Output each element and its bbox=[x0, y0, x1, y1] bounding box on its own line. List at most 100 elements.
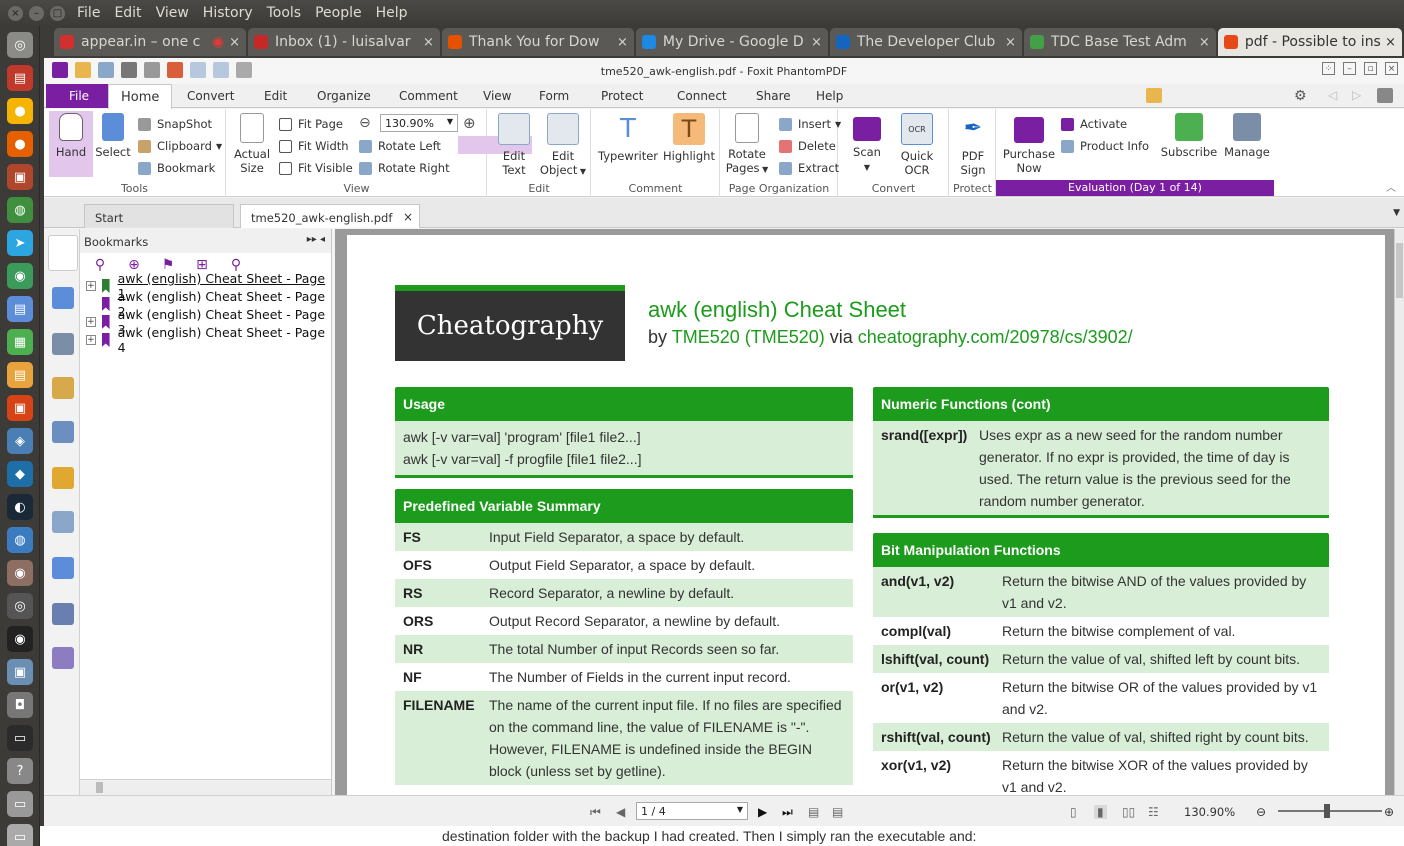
menu-tools[interactable]: Tools bbox=[267, 5, 302, 21]
tab-edit[interactable]: Edit bbox=[264, 89, 287, 103]
settings-icon[interactable]: ⚙ bbox=[1294, 88, 1307, 104]
close-tab-icon[interactable]: × bbox=[403, 210, 413, 224]
tab-close-icon[interactable]: × bbox=[1385, 35, 1396, 50]
browser-tab[interactable]: TDC Base Test Adm × bbox=[1023, 28, 1216, 56]
tab-document[interactable]: tme520_awk-english.pdf × bbox=[240, 204, 420, 228]
drive-icon[interactable]: ▭ bbox=[7, 791, 33, 817]
menu-edit[interactable]: Edit bbox=[114, 5, 141, 21]
app4-icon[interactable]: ▣ bbox=[7, 659, 33, 685]
close-icon[interactable]: × bbox=[1385, 62, 1398, 75]
page-number-input[interactable]: 1 / 4 ▼ bbox=[636, 802, 748, 820]
mysql-icon[interactable]: ◆ bbox=[7, 461, 33, 487]
bookmark-button[interactable]: Bookmark bbox=[138, 161, 215, 175]
expand-bookmark-icon[interactable]: ⚲ bbox=[92, 257, 108, 273]
menu-history[interactable]: History bbox=[203, 5, 253, 21]
bookmarks-hscrollbar[interactable] bbox=[80, 779, 331, 795]
fit-page-button[interactable]: Fit Page bbox=[279, 117, 343, 131]
tab-share[interactable]: Share bbox=[756, 89, 791, 103]
edit-object-button[interactable]: Edit Object ▼ bbox=[538, 113, 588, 179]
browser-tab[interactable]: Thank You for Dow × bbox=[441, 28, 634, 56]
last-page-icon[interactable]: ⏭ bbox=[782, 805, 793, 820]
document-icon[interactable]: ▤ bbox=[7, 296, 33, 322]
tab-close-icon[interactable]: × bbox=[1005, 35, 1016, 50]
zoom-slider[interactable] bbox=[1278, 810, 1382, 812]
tab-comment[interactable]: Comment bbox=[399, 89, 458, 103]
browser-tab[interactable]: The Developer Club × bbox=[829, 28, 1022, 56]
highlight-button[interactable]: T Highlight bbox=[660, 113, 718, 163]
attachments-panel-icon[interactable] bbox=[52, 421, 74, 443]
scroll-thumb[interactable] bbox=[96, 782, 103, 793]
db-icon[interactable]: ◍ bbox=[7, 527, 33, 553]
status-zoom[interactable]: 130.90% bbox=[1184, 805, 1235, 819]
tab-connect[interactable]: Connect bbox=[677, 89, 727, 103]
globe-icon[interactable]: ◍ bbox=[7, 197, 33, 223]
browser-tab[interactable]: My Drive - Google D × bbox=[635, 28, 828, 56]
pdf-sign-button[interactable]: ✒ PDF Sign bbox=[952, 113, 994, 177]
user-icon[interactable] bbox=[1377, 88, 1393, 103]
delete-button[interactable]: Delete bbox=[779, 139, 836, 153]
previous-view-icon[interactable]: ▤ bbox=[808, 805, 819, 819]
purchase-now-button[interactable]: Purchase Now bbox=[1001, 113, 1057, 175]
tab-protect[interactable]: Protect bbox=[601, 89, 643, 103]
tab-close-icon[interactable]: × bbox=[229, 35, 240, 50]
typewriter-button[interactable]: T Typewriter bbox=[596, 113, 660, 163]
presentation-icon[interactable]: ▣ bbox=[7, 395, 33, 421]
tab-close-icon[interactable]: × bbox=[617, 35, 628, 50]
ribbon-toggle-icon[interactable]: ⁘ bbox=[1322, 62, 1335, 75]
back-nav-icon[interactable]: ◁ bbox=[1328, 88, 1337, 102]
fit-visible-button[interactable]: Fit Visible bbox=[279, 161, 353, 175]
spreadsheet-icon[interactable]: ▦ bbox=[7, 329, 33, 355]
menu-help[interactable]: Help bbox=[376, 5, 408, 21]
select-button[interactable]: Select bbox=[94, 113, 132, 159]
tab-help[interactable]: Help bbox=[816, 89, 843, 103]
pages-panel-icon[interactable] bbox=[52, 287, 74, 309]
prev-page-icon[interactable]: ◀ bbox=[616, 805, 625, 819]
first-page-icon[interactable]: ⏮ bbox=[590, 805, 601, 820]
signature-panel-icon[interactable] bbox=[52, 603, 74, 625]
tab-convert[interactable]: Convert bbox=[187, 89, 234, 103]
fit-width-button[interactable]: Fit Width bbox=[279, 139, 349, 153]
continuous-facing-icon[interactable]: ☷ bbox=[1148, 805, 1159, 819]
destinations-panel-icon[interactable] bbox=[52, 647, 74, 669]
obs-icon[interactable]: ◉ bbox=[7, 626, 33, 652]
tab-file[interactable]: File bbox=[46, 84, 112, 108]
telegram-icon[interactable]: ➤ bbox=[7, 230, 33, 256]
network-icon[interactable]: ◉ bbox=[7, 263, 33, 289]
tab-organize[interactable]: Organize bbox=[317, 89, 371, 103]
fields-panel-icon[interactable] bbox=[52, 557, 74, 579]
tab-form[interactable]: Form bbox=[539, 89, 569, 103]
author-link[interactable]: TME520 (TME520) bbox=[672, 327, 825, 347]
restore-icon[interactable]: ▫ bbox=[1364, 62, 1377, 75]
content-panel-icon[interactable] bbox=[52, 511, 74, 533]
subscribe-button[interactable]: Subscribe bbox=[1159, 113, 1219, 159]
terminal-icon[interactable]: ▭ bbox=[7, 725, 33, 751]
expand-icon[interactable]: + bbox=[86, 335, 96, 345]
rotate-right-button[interactable]: Rotate Right bbox=[359, 161, 450, 175]
files-icon[interactable]: ▤ bbox=[7, 65, 33, 91]
edit-text-button[interactable]: Edit Text bbox=[492, 113, 536, 177]
menu-file[interactable]: File bbox=[77, 5, 100, 21]
rotate-pages-button[interactable]: Rotate Pages ▼ bbox=[725, 113, 769, 177]
hand-button[interactable]: Hand bbox=[50, 113, 92, 159]
expand-icon[interactable]: + bbox=[86, 317, 96, 327]
minimize-icon[interactable]: – bbox=[1343, 62, 1356, 75]
steam-icon[interactable]: ◐ bbox=[7, 494, 33, 520]
app-icon[interactable]: ▣ bbox=[7, 164, 33, 190]
tab-home[interactable]: Home bbox=[108, 84, 173, 109]
insert-button[interactable]: Insert ▼ bbox=[779, 117, 841, 131]
expand-icon[interactable]: + bbox=[86, 281, 96, 291]
forward-nav-icon[interactable]: ▷ bbox=[1352, 88, 1361, 102]
tab-close-icon[interactable]: × bbox=[811, 35, 822, 50]
document-view[interactable]: Cheatography awk (english) Cheat Sheet b… bbox=[335, 229, 1394, 795]
browser-tab[interactable]: appear.in – one c ◉ × bbox=[54, 28, 246, 56]
comments-panel-icon[interactable] bbox=[52, 377, 74, 399]
zoom-select[interactable]: 130.90% ▼ bbox=[380, 114, 458, 132]
help-icon[interactable]: ? bbox=[7, 758, 33, 784]
dash-icon[interactable]: ◎ bbox=[7, 32, 33, 58]
manage-button[interactable]: Manage bbox=[1221, 113, 1273, 159]
minimize-window-icon[interactable]: – bbox=[29, 5, 44, 21]
drive2-icon[interactable]: ▭ bbox=[7, 824, 33, 846]
scroll-thumb[interactable] bbox=[1396, 243, 1403, 298]
browser-tab-active[interactable]: pdf - Possible to ins × bbox=[1217, 28, 1403, 56]
extract-button[interactable]: Extract bbox=[779, 161, 839, 175]
